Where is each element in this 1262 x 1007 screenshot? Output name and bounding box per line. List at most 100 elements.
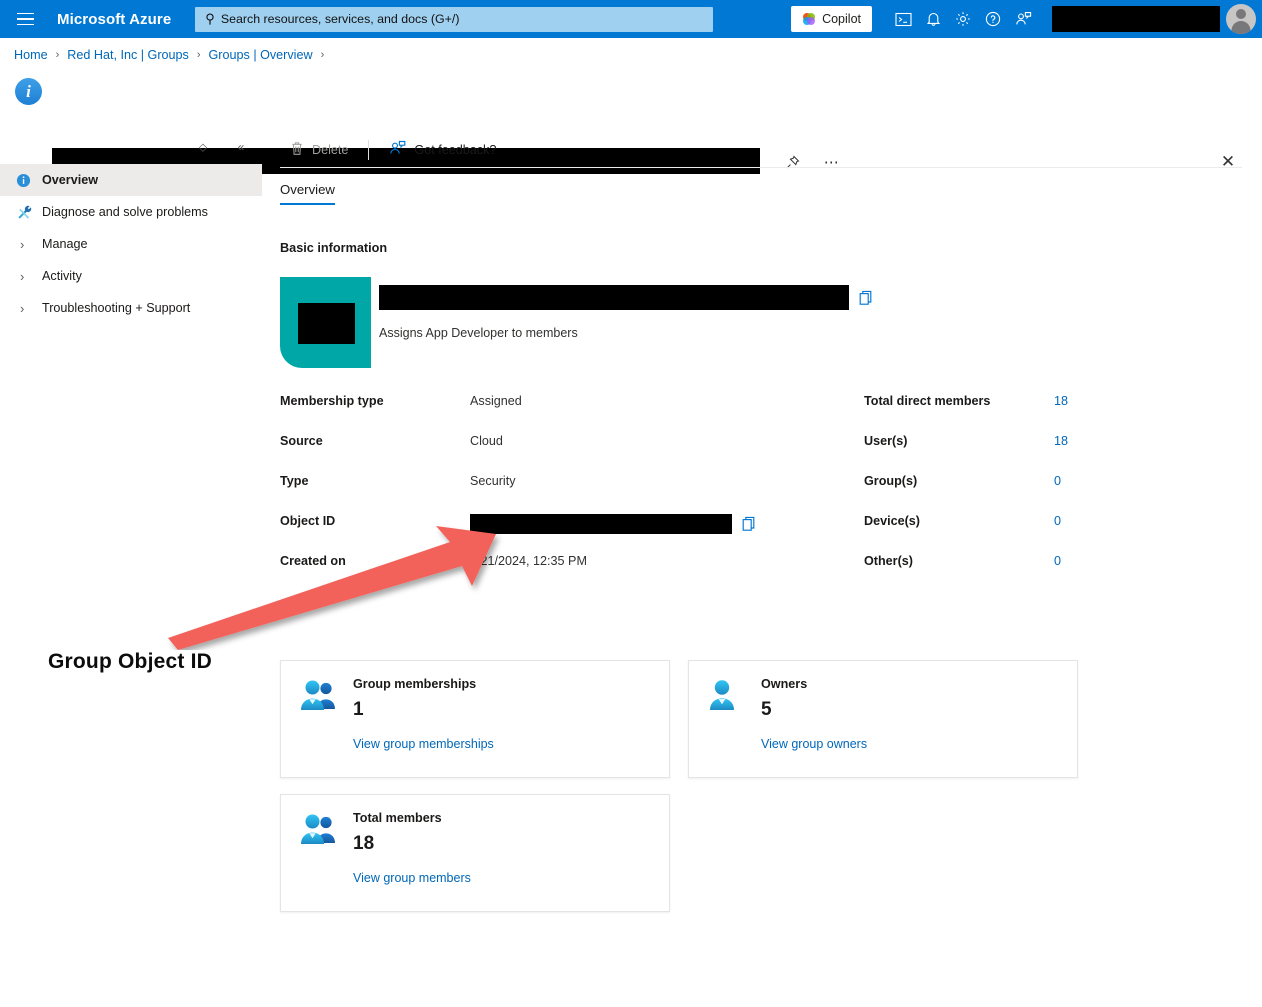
notifications-bell-icon[interactable]	[918, 0, 948, 38]
sidebar-item-activity[interactable]: › Activity	[0, 260, 262, 292]
chevron-right-icon: ›	[16, 238, 42, 251]
search-icon: ⚲	[205, 11, 215, 27]
object-id-redacted	[470, 514, 732, 534]
search-placeholder: Search resources, services, and docs (G+…	[221, 12, 460, 26]
property-row-others: Other(s) 0	[864, 554, 1184, 594]
card-link-view-group-members[interactable]: View group members	[353, 871, 471, 885]
card-content: Group memberships 1 View group membershi…	[353, 677, 651, 761]
hamburger-menu-icon[interactable]	[10, 4, 40, 34]
sidebar-item-label: Overview	[42, 173, 98, 187]
property-value: Security	[470, 474, 516, 488]
group-identity: Assigns App Developer to members	[280, 277, 1262, 368]
got-feedback-label: Got feedback?	[414, 143, 496, 157]
group-identity-details: Assigns App Developer to members	[371, 277, 1262, 340]
card-count: 1	[353, 699, 651, 721]
sidebar-item-manage[interactable]: › Manage	[0, 228, 262, 260]
group-avatar-redacted	[298, 303, 355, 344]
property-row-groups: Group(s) 0	[864, 474, 1184, 514]
tab-overview[interactable]: Overview	[280, 182, 335, 205]
breadcrumb-item-groups-overview[interactable]: Groups | Overview	[209, 48, 313, 62]
sidebar-item-diagnose-and-solve-problems[interactable]: Diagnose and solve problems	[0, 196, 262, 228]
copy-to-clipboard-icon[interactable]	[742, 516, 757, 532]
azure-top-header: Microsoft Azure ⚲ Search resources, serv…	[0, 0, 1262, 38]
global-search-box[interactable]: ⚲ Search resources, services, and docs (…	[195, 7, 713, 32]
copilot-icon	[802, 12, 816, 26]
two-people-icon	[299, 677, 339, 761]
breadcrumb-separator: ›	[197, 49, 201, 61]
info-circle-icon	[16, 173, 42, 188]
property-value-count[interactable]: 0	[1054, 514, 1061, 528]
card-group-memberships[interactable]: Group memberships 1 View group membershi…	[280, 660, 670, 778]
property-row-object-id: Object ID	[280, 514, 860, 554]
group-name-redacted	[379, 285, 849, 310]
blade-title-bar: i Group ⋯ ✕	[0, 72, 1262, 130]
copy-to-clipboard-icon[interactable]	[859, 290, 874, 306]
card-title: Total members	[353, 811, 651, 825]
blade-body: ⬦ « Overview Diagnose and solv	[0, 130, 1262, 968]
group-description: Assigns App Developer to members	[379, 326, 1262, 340]
breadcrumb: Home › Red Hat, Inc | Groups › Groups | …	[0, 38, 1262, 72]
tab-label: Overview	[280, 182, 335, 197]
property-key: Other(s)	[864, 554, 1054, 568]
property-row-source: Source Cloud	[280, 434, 860, 474]
account-name-redacted	[1052, 6, 1220, 32]
card-title: Owners	[761, 677, 1059, 691]
property-key: Total direct members	[864, 394, 1054, 408]
copilot-button[interactable]: Copilot	[791, 6, 872, 32]
delete-button[interactable]: Delete	[280, 135, 358, 165]
property-row-membership-type: Membership type Assigned	[280, 394, 860, 434]
sidebar-item-label: Troubleshooting + Support	[42, 301, 190, 315]
resize-handle-icon[interactable]: ⬦	[192, 136, 214, 158]
settings-gear-icon[interactable]	[948, 0, 978, 38]
card-title: Group memberships	[353, 677, 651, 691]
command-separator	[368, 140, 369, 160]
copilot-label: Copilot	[822, 12, 861, 26]
property-value-count[interactable]: 18	[1054, 394, 1068, 408]
basic-information-heading: Basic information	[280, 241, 1262, 255]
chevron-right-icon: ›	[16, 302, 42, 315]
breadcrumb-item-tenant-groups[interactable]: Red Hat, Inc | Groups	[67, 48, 189, 62]
property-value-count[interactable]: 18	[1054, 434, 1068, 448]
property-row-total-direct-members: Total direct members 18	[864, 394, 1184, 434]
breadcrumb-item-home[interactable]: Home	[14, 48, 48, 62]
properties-right-column: Total direct members 18 User(s) 18 Group…	[864, 394, 1184, 594]
azure-brand-title[interactable]: Microsoft Azure	[57, 11, 171, 28]
property-key: Type	[280, 474, 470, 488]
card-link-view-group-owners[interactable]: View group owners	[761, 737, 867, 751]
help-question-icon[interactable]	[978, 0, 1008, 38]
property-key: Created on	[280, 554, 470, 568]
annotation-label: Group Object ID	[48, 650, 212, 674]
collapse-chevrons-icon[interactable]: «	[230, 136, 252, 158]
property-key: Object ID	[280, 514, 470, 528]
card-link-view-group-memberships[interactable]: View group memberships	[353, 737, 494, 751]
property-value-count[interactable]: 0	[1054, 474, 1061, 488]
group-avatar-tile	[280, 277, 371, 368]
user-avatar[interactable]	[1226, 4, 1256, 34]
card-content: Total members 18 View group members	[353, 811, 651, 895]
got-feedback-button[interactable]: Got feedback?	[379, 135, 506, 165]
blade-content: Delete Got feedback? Overview Basic info	[262, 130, 1262, 968]
card-owners[interactable]: Owners 5 View group owners	[688, 660, 1078, 778]
property-row-users: User(s) 18	[864, 434, 1184, 474]
sidebar-item-overview[interactable]: Overview	[0, 164, 262, 196]
property-key: User(s)	[864, 434, 1054, 448]
header-action-group: Copilot	[791, 0, 1262, 38]
cloud-shell-icon[interactable]	[888, 0, 918, 38]
card-count: 5	[761, 699, 1059, 721]
trash-icon	[290, 141, 304, 159]
card-count: 18	[353, 833, 651, 855]
card-total-members[interactable]: Total members 18 View group members	[280, 794, 670, 912]
property-row-created-on: Created on 3/21/2024, 12:35 PM	[280, 554, 860, 594]
property-row-devices: Device(s) 0	[864, 514, 1184, 554]
property-row-type: Type Security	[280, 474, 860, 514]
two-people-icon	[299, 811, 339, 895]
property-key: Membership type	[280, 394, 470, 408]
property-value: Cloud	[470, 434, 503, 448]
feedback-person-icon[interactable]	[1008, 0, 1038, 38]
blade-sidebar: ⬦ « Overview Diagnose and solv	[0, 130, 262, 968]
properties-grid: Membership type Assigned Source Cloud Ty…	[280, 394, 1262, 594]
sidebar-item-troubleshooting-support[interactable]: › Troubleshooting + Support	[0, 292, 262, 324]
property-value-count[interactable]: 0	[1054, 554, 1061, 568]
property-value-object-id	[470, 514, 757, 534]
properties-left-column: Membership type Assigned Source Cloud Ty…	[280, 394, 860, 594]
